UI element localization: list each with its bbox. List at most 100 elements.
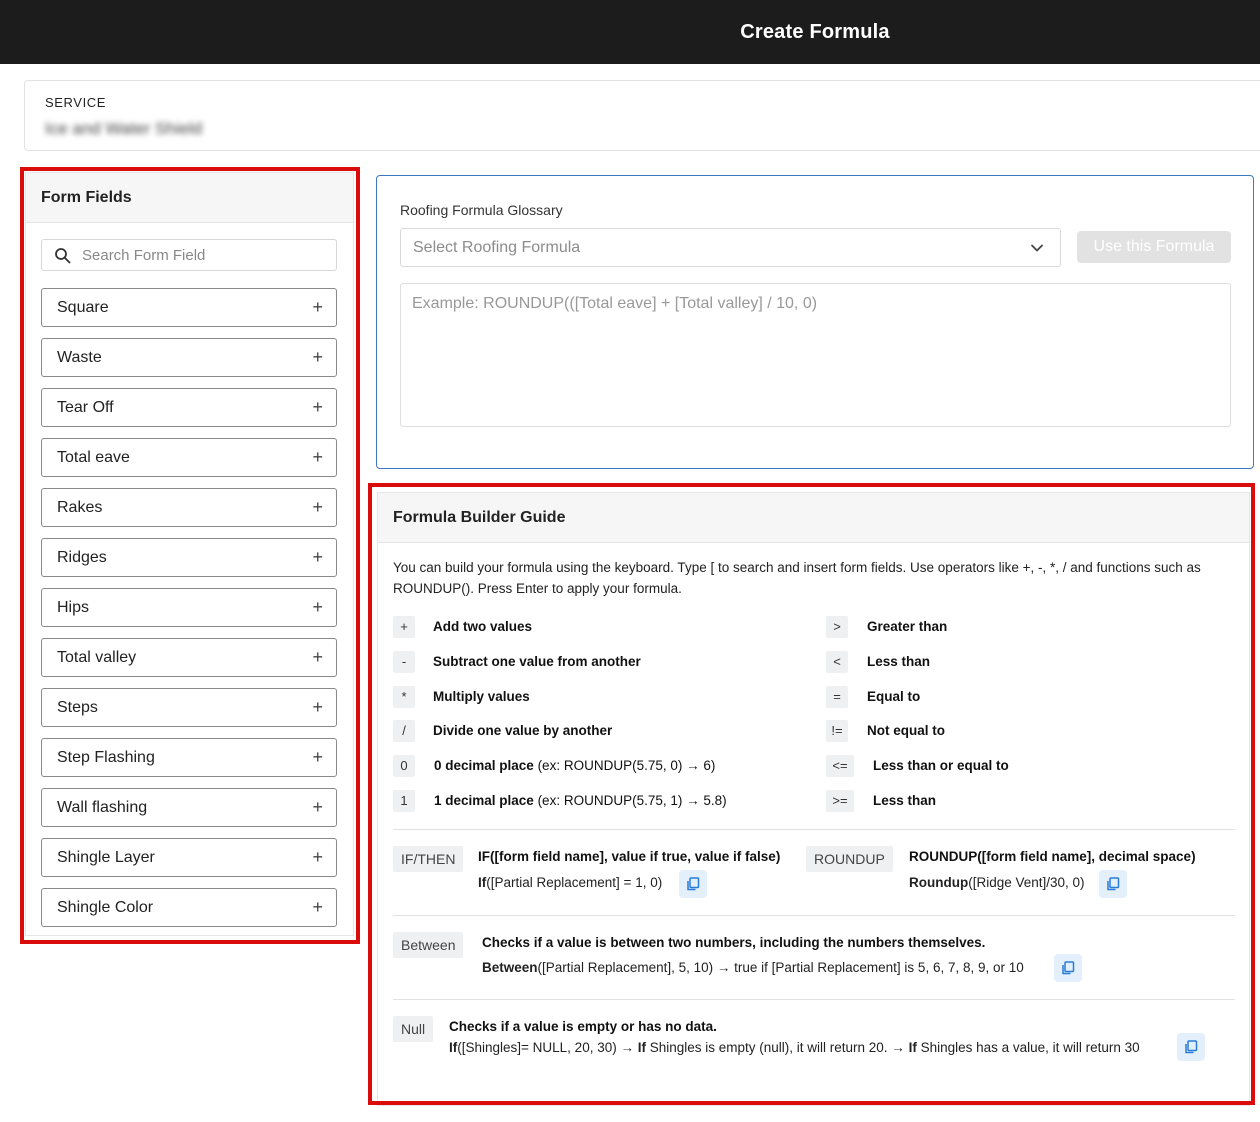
search-form-field-input[interactable] — [82, 244, 327, 266]
service-value: Ice and Water Shield — [45, 119, 203, 138]
form-field-item[interactable]: Steps + — [41, 688, 337, 727]
glossary-card: Roofing Formula Glossary Select Roofing … — [376, 175, 1254, 469]
copy-ifthen-button[interactable] — [679, 870, 707, 898]
form-field-item[interactable]: Tear Off + — [41, 388, 337, 427]
form-field-item[interactable]: Total eave + — [41, 438, 337, 477]
plus-icon[interactable]: + — [312, 439, 323, 476]
roundup-example-rest: ([Ridge Vent]/30, 0) — [968, 875, 1085, 890]
operator-description-main: Multiply values — [433, 689, 530, 704]
search-icon — [55, 248, 71, 264]
copy-icon — [1062, 961, 1075, 975]
form-field-label: Tear Off — [57, 399, 114, 416]
plus-icon[interactable]: + — [312, 639, 323, 676]
comparison-key: > — [826, 616, 848, 638]
plus-icon[interactable]: + — [312, 739, 323, 776]
guide-intro: You can build your formula using the key… — [393, 560, 1201, 596]
between-title: Checks if a value is between two numbers… — [482, 935, 986, 950]
form-field-label: Rakes — [57, 499, 103, 516]
null-example-fn1: If — [449, 1040, 458, 1055]
null-example-part2: Shingles is empty (null), it will return… — [645, 1040, 909, 1055]
null-example-fn2: If — [637, 1040, 646, 1055]
copy-icon — [1185, 1040, 1198, 1054]
between-tag: Between — [393, 932, 464, 958]
plus-icon[interactable]: + — [312, 389, 323, 426]
comparison-description: Equal to — [867, 689, 921, 704]
form-field-label: Step Flashing — [57, 749, 155, 766]
plus-icon[interactable]: + — [312, 789, 323, 826]
copy-between-button[interactable] — [1054, 954, 1082, 982]
copy-null-button[interactable] — [1177, 1033, 1205, 1061]
comparison-description: Less than — [873, 793, 937, 808]
null-example-fn3: If — [908, 1040, 917, 1055]
operator-description: 0 decimal place (ex: ROUNDUP(5.75, 0) → … — [434, 755, 715, 777]
plus-icon[interactable]: + — [312, 589, 323, 626]
copy-roundup-button[interactable] — [1099, 870, 1127, 898]
operator-description-main: Subtract one value from another — [433, 654, 641, 669]
form-field-label: Total valley — [57, 649, 137, 666]
form-field-item[interactable]: Shingle Color + — [41, 888, 337, 927]
operator-key: / — [393, 720, 415, 742]
form-field-label: Ridges — [57, 549, 107, 566]
form-field-label: Shingle Color — [57, 899, 154, 916]
ifthen-example-rest: ([Partial Replacement] = 1, 0) — [486, 875, 663, 890]
form-field-label: Shingle Layer — [57, 849, 155, 866]
comparison-key: != — [826, 720, 848, 742]
null-tag: Null — [393, 1016, 434, 1042]
service-card: SERVICE Ice and Water Shield — [24, 80, 1260, 151]
operator-description-main: Add two values — [433, 619, 533, 634]
operator-key: 1 — [393, 790, 415, 812]
chevron-down-icon — [1031, 244, 1043, 252]
roundup-tag: ROUNDUP — [806, 846, 893, 872]
form-field-item[interactable]: Shingle Layer + — [41, 838, 337, 877]
plus-icon[interactable]: + — [312, 339, 323, 376]
comparison-description: Not equal to — [867, 723, 945, 738]
plus-icon[interactable]: + — [312, 839, 323, 876]
form-field-item[interactable]: Total valley + — [41, 638, 337, 677]
form-field-item[interactable]: Square + — [41, 288, 337, 327]
plus-icon[interactable]: + — [312, 889, 323, 926]
operator-description: Add two values — [433, 616, 532, 638]
roundup-example: Roundup([Ridge Vent]/30, 0) — [909, 875, 1085, 890]
ifthen-title: IF([form field name], value if true, val… — [478, 849, 781, 864]
operator-description: 1 decimal place (ex: ROUNDUP(5.75, 1) → … — [434, 790, 727, 812]
plus-icon[interactable]: + — [312, 689, 323, 726]
plus-icon[interactable]: + — [312, 489, 323, 526]
plus-icon[interactable]: + — [312, 539, 323, 576]
use-formula-button[interactable]: Use this Formula — [1077, 231, 1231, 263]
null-title: Checks if a value is empty or has no dat… — [449, 1019, 717, 1034]
glossary-label: Roofing Formula Glossary — [400, 202, 563, 218]
form-field-label: Waste — [57, 349, 102, 366]
form-field-item[interactable]: Wall flashing + — [41, 788, 337, 827]
ifthen-example: If([Partial Replacement] = 1, 0) — [478, 875, 662, 890]
formula-input-box[interactable] — [400, 283, 1231, 427]
form-fields-title: Form Fields — [26, 173, 353, 223]
divider — [393, 915, 1235, 916]
operator-key: 0 — [393, 755, 415, 777]
form-field-label: Steps — [57, 699, 98, 716]
top-bar: Create Formula — [0, 0, 1260, 64]
comparison-key: <= — [826, 755, 854, 777]
null-example-part1: ([Shingles]= NULL, 20, 30) → — [457, 1040, 638, 1055]
operator-key: * — [393, 686, 415, 708]
comparison-description: Less than or equal to — [873, 758, 1009, 773]
form-field-label: Hips — [57, 599, 90, 616]
guide-title: Formula Builder Guide — [378, 493, 1249, 543]
plus-icon[interactable]: + — [312, 289, 323, 326]
ifthen-tag: IF/THEN — [393, 846, 464, 872]
comparison-key: >= — [826, 790, 854, 812]
operator-key: - — [393, 651, 415, 673]
search-field-box[interactable] — [41, 239, 337, 271]
comparison-key: < — [826, 651, 848, 673]
form-field-item[interactable]: Rakes + — [41, 488, 337, 527]
form-field-item[interactable]: Step Flashing + — [41, 738, 337, 777]
between-example: Between([Partial Replacement], 5, 10) → … — [482, 960, 1024, 975]
service-label: SERVICE — [45, 95, 107, 110]
roofing-formula-select[interactable]: Select Roofing Formula — [400, 228, 1061, 267]
form-field-item[interactable]: Hips + — [41, 588, 337, 627]
formula-input[interactable] — [412, 295, 1217, 415]
form-field-item[interactable]: Ridges + — [41, 538, 337, 577]
operator-key: + — [393, 616, 415, 638]
form-field-item[interactable]: Waste + — [41, 338, 337, 377]
operator-description-example: (ex: ROUNDUP(5.75, 0) → 6) — [533, 758, 716, 773]
form-field-list: Square + Waste + Tear Off + Total eave + Rakes + R… — [41, 288, 337, 938]
